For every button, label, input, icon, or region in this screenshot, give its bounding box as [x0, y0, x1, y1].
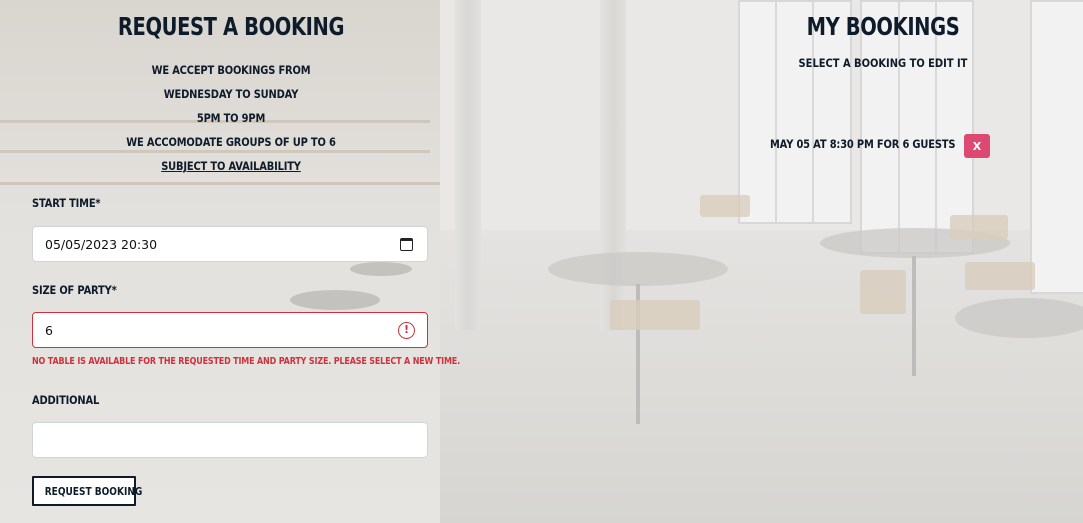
start-time-label: Start time* [32, 196, 101, 210]
background-table-leg [912, 256, 916, 376]
booking-info-line: Wednesday to Sunday [163, 87, 299, 101]
background-chair [965, 262, 1035, 290]
my-bookings-subtitle: Select a booking to edit it [798, 56, 968, 70]
background-table [955, 298, 1083, 338]
booking-info-line: 5pm to 9pm [196, 111, 266, 125]
background-column [455, 0, 481, 330]
calendar-icon[interactable] [400, 238, 413, 251]
request-booking-button-label: Request booking [44, 484, 143, 498]
delete-booking-button[interactable]: X [964, 134, 990, 158]
additional-input[interactable] [32, 422, 428, 458]
booking-info-line: We accomodate groups of up to 6 [126, 135, 336, 149]
booking-item-text[interactable]: May 05 at 8:30 pm for 6 guests [770, 134, 955, 154]
party-size-input[interactable]: 6 ! [32, 312, 428, 348]
background-stool [290, 290, 380, 310]
booking-info: We accept bookings from Wednesday to Sun… [32, 58, 430, 178]
booking-list-item: May 05 at 8:30 pm for 6 guests X [770, 134, 994, 160]
my-bookings-title: My bookings [806, 12, 960, 41]
availability-link[interactable]: Subject to availability [161, 159, 301, 173]
background-chair [950, 215, 1008, 239]
start-time-value: 05/05/2023 20:30 [45, 237, 158, 252]
booking-info-line: We accept bookings from [151, 63, 311, 77]
booking-info-line-wrapper: Subject to availability [60, 154, 402, 178]
party-size-value: 6 [45, 323, 53, 338]
party-size-label: Size of party* [32, 283, 117, 297]
background-chair [700, 195, 750, 217]
request-booking-button[interactable]: Request booking [32, 476, 142, 506]
background-shelf [0, 182, 440, 185]
background-chair [860, 270, 906, 314]
additional-label: Additional [32, 393, 100, 407]
background-stool [350, 262, 412, 276]
background-table [548, 252, 728, 286]
start-time-input[interactable]: 05/05/2023 20:30 [32, 226, 428, 262]
booking-request-title: Request a booking [117, 12, 345, 41]
party-size-error: No table is available for the requested … [32, 356, 460, 367]
alert-icon: ! [398, 322, 415, 339]
background-window [1030, 0, 1083, 294]
background-chair [610, 300, 700, 330]
